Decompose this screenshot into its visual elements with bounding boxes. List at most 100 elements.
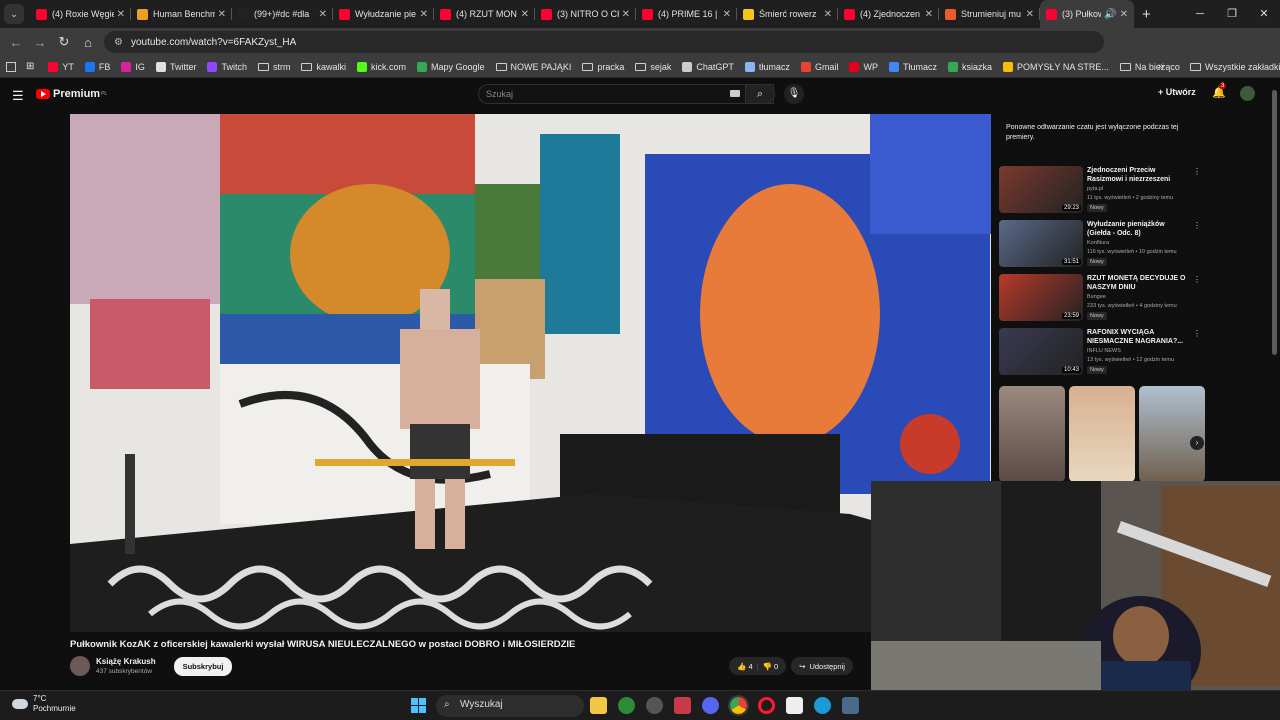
bookmark-item[interactable]: YT	[48, 61, 74, 72]
bookmark-item[interactable]: Gmail	[800, 61, 838, 72]
channel-avatar[interactable]	[70, 656, 90, 676]
close-tab-icon[interactable]: ✕	[622, 9, 630, 20]
more-bookmarks-icon[interactable]: »	[1158, 61, 1164, 72]
url-field[interactable]: ⚙ youtube.com/watch?v=6FAKZyst_HA	[104, 31, 1104, 53]
bookmark-item[interactable]: IG	[121, 61, 145, 72]
browser-tab[interactable]: (99+)#dc #dla ✕	[232, 0, 333, 28]
bookmark-item[interactable]: kawalki	[301, 62, 346, 72]
bookmark-item[interactable]: FB	[84, 61, 110, 72]
browser-tab[interactable]: Strumieniuj mu ✕	[939, 0, 1040, 28]
more-options-icon[interactable]: ⋮	[1193, 221, 1201, 230]
discord-icon[interactable]	[702, 697, 719, 714]
video-player[interactable]	[70, 114, 991, 632]
browser-tab[interactable]: (4) PRIME 16 | ✕	[636, 0, 737, 28]
close-tab-icon[interactable]: ✕	[824, 9, 832, 20]
weather-widget[interactable]: 7°C Pochmurnie	[12, 694, 76, 714]
subscribe-button[interactable]: Subskrybuj	[173, 656, 233, 676]
channel-name[interactable]: Książę Krakush	[96, 657, 156, 666]
search-button[interactable]: ⌕	[745, 84, 775, 104]
opera-icon[interactable]	[758, 697, 775, 714]
notion-icon[interactable]	[786, 697, 803, 714]
video-thumbnail[interactable]: 10:43	[999, 328, 1083, 375]
recommended-video[interactable]: 10:43 RAFONIX WYCIĄGA NIESMACZNE NAGRANIA…	[999, 328, 1201, 378]
start-button[interactable]	[411, 698, 426, 713]
account-avatar[interactable]	[1240, 86, 1255, 101]
more-options-icon[interactable]: ⋮	[1193, 275, 1201, 284]
browser-tab[interactable]: Wyłudzanie pie ✕	[333, 0, 434, 28]
site-info-icon[interactable]: ⚙	[114, 37, 123, 48]
browser-tab[interactable]: Human Benchm ✕	[131, 0, 232, 28]
voice-search-button[interactable]: 🎙	[784, 84, 804, 104]
chrome-icon[interactable]	[728, 695, 749, 716]
home-icon[interactable]: ⌂	[76, 35, 100, 50]
video-thumbnail[interactable]: 29:23	[999, 166, 1083, 213]
recommended-video[interactable]: 29:23 Zjednoczeni Przeciw Rasizmowi i nie…	[999, 166, 1201, 216]
bookmark-item[interactable]: ChatGPT	[682, 61, 734, 72]
calculator-icon[interactable]	[842, 697, 859, 714]
bookmark-item[interactable]: Tłumacz	[888, 61, 937, 72]
close-tab-icon[interactable]: ✕	[521, 9, 529, 20]
settings-app-icon[interactable]	[646, 697, 663, 714]
new-tab-button[interactable]: +	[1142, 6, 1151, 23]
close-tab-icon[interactable]: ✕	[218, 9, 226, 20]
hamburger-menu-icon[interactable]: ☰	[12, 88, 24, 104]
bookmark-item[interactable]: NOWE PAJĄKI	[495, 62, 571, 72]
close-tab-icon[interactable]: ✕	[319, 9, 327, 20]
shorts-next-button[interactable]: ›	[1190, 436, 1204, 450]
reload-icon[interactable]: ↻	[52, 34, 76, 50]
bookmark-item[interactable]: sejak	[635, 62, 671, 72]
bookmark-item[interactable]: Twitch	[207, 61, 247, 72]
taskbar-search[interactable]: ⌕ Wyszukaj	[436, 695, 584, 717]
bookmark-item[interactable]: tłumacz	[744, 61, 790, 72]
browser-tab[interactable]: (3) NITRO O CH ✕	[535, 0, 636, 28]
like-button[interactable]: 👍 4	[737, 662, 753, 671]
sidebar-toggle-icon[interactable]	[6, 61, 16, 72]
close-tab-icon[interactable]: ✕	[420, 9, 428, 20]
recommended-video[interactable]: 23:59 RZUT MONETĄ DECYDUJE O NASZYM DNIU B…	[999, 274, 1201, 324]
page-scrollbar[interactable]	[1272, 90, 1277, 355]
bookmark-item[interactable]: kick.com	[356, 61, 406, 72]
close-tab-icon[interactable]: ✕	[1026, 9, 1034, 20]
bookmark-item[interactable]: pracka	[582, 62, 624, 72]
bookmark-item[interactable]: Twitter	[155, 61, 196, 72]
bookmark-item[interactable]: Na bieżąco	[1119, 62, 1180, 72]
bookmark-item[interactable]: strm	[257, 62, 290, 72]
bookmark-item[interactable]: Mapy Google	[417, 61, 485, 72]
game-app-icon[interactable]	[674, 697, 691, 714]
back-icon[interactable]: ←	[4, 35, 28, 50]
close-window-icon[interactable]: ✕	[1248, 0, 1280, 28]
forward-icon[interactable]: →	[28, 35, 52, 50]
close-tab-icon[interactable]: ✕	[723, 9, 731, 20]
browser-tab[interactable]: (4) RZUT MON ✕	[434, 0, 535, 28]
close-tab-icon[interactable]: ✕	[1120, 9, 1128, 20]
browser-tab[interactable]: Śmierć rowerz ✕	[737, 0, 838, 28]
share-button[interactable]: ↪ Udostępnij	[791, 657, 853, 675]
short-thumbnail[interactable]	[1139, 386, 1205, 482]
video-thumbnail[interactable]: 31:51	[999, 220, 1083, 267]
search-input[interactable]: Szukaj	[478, 84, 774, 104]
dislike-button[interactable]: 👎 0	[763, 662, 779, 671]
browser-tab[interactable]: (3) Pułkow 🔊 ✕	[1040, 0, 1134, 28]
shield-app-icon[interactable]	[618, 697, 635, 714]
video-thumbnail[interactable]: 23:59	[999, 274, 1083, 321]
keyboard-icon[interactable]	[730, 90, 740, 97]
more-options-icon[interactable]: ⋮	[1193, 167, 1201, 176]
browser-tab[interactable]: (4) Zjednoczen ✕	[838, 0, 939, 28]
restore-icon[interactable]: ❐	[1216, 0, 1248, 28]
close-tab-icon[interactable]: ✕	[117, 9, 125, 20]
notifications-button[interactable]: 🔔 3	[1212, 83, 1227, 99]
youtube-logo[interactable]: Premium PL	[36, 88, 107, 100]
more-options-icon[interactable]: ⋮	[1193, 329, 1201, 338]
mute-icon[interactable]: 🔊	[1104, 9, 1116, 20]
bookmark-item[interactable]: WP	[849, 61, 878, 72]
close-tab-icon[interactable]: ✕	[925, 9, 933, 20]
browser-tab[interactable]: (4) Roxie Węgie ✕	[30, 0, 131, 28]
all-bookmarks[interactable]: Wszystkie zakładki	[1190, 62, 1280, 72]
short-thumbnail[interactable]	[1069, 386, 1135, 482]
bookmark-item[interactable]: POMYSŁY NA STRE...	[1002, 61, 1109, 72]
bookmark-item[interactable]: ksiazka	[947, 61, 992, 72]
create-button[interactable]: + Utwórz	[1158, 87, 1196, 97]
minimize-icon[interactable]: ─	[1184, 0, 1216, 28]
recommended-video[interactable]: 31:51 Wyłudzanie pieniążków (Giełda - Odc…	[999, 220, 1201, 270]
edge-icon[interactable]	[814, 697, 831, 714]
